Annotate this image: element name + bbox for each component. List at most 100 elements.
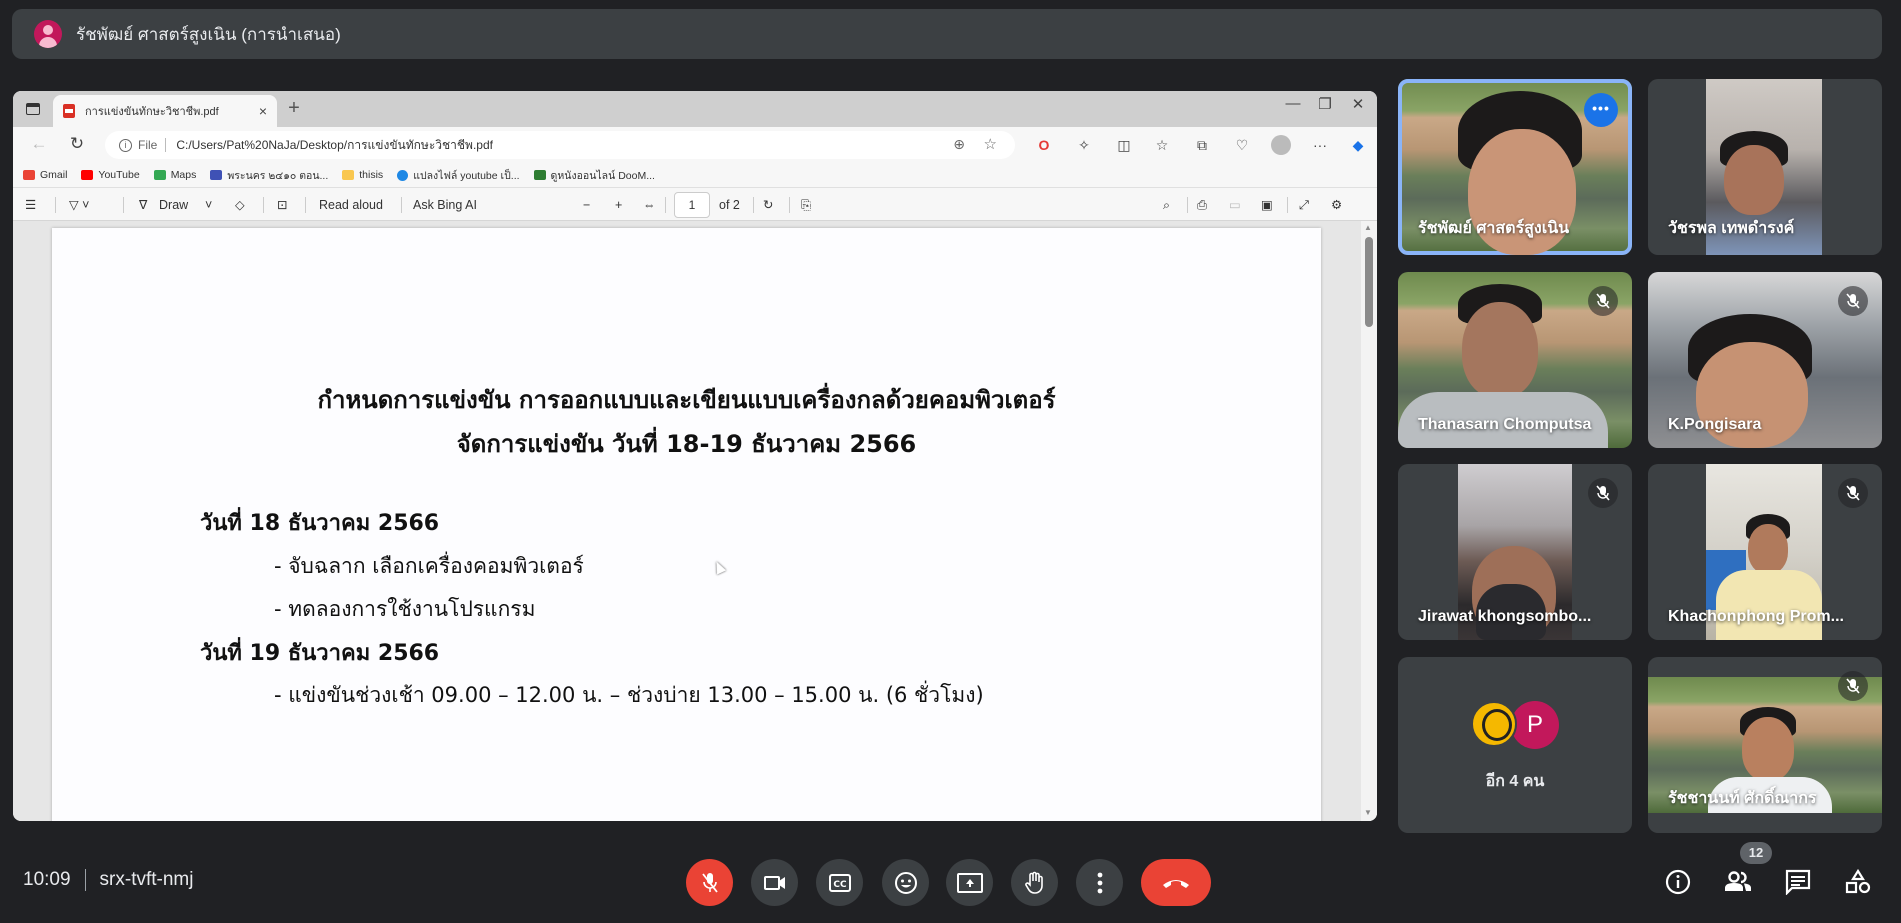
draw-dropdown-icon[interactable]: ˅: [205, 196, 212, 214]
rotate-icon[interactable]: ↻: [763, 196, 773, 214]
leave-call-button[interactable]: [1141, 859, 1211, 906]
participant-tile[interactable]: วัชรพล เทพดำรงค์: [1648, 79, 1882, 255]
extensions-icon[interactable]: ✧: [1073, 135, 1095, 155]
people-button[interactable]: [1722, 866, 1754, 898]
tab-pdf[interactable]: การแข่งขันทักษะวิชาชีพ.pdf ×: [53, 95, 277, 127]
draw-icon[interactable]: ∇: [139, 196, 147, 214]
scroll-up-icon[interactable]: ▲: [1364, 223, 1372, 232]
meeting-details-button[interactable]: [1662, 866, 1694, 898]
more-options-button[interactable]: •••: [1584, 93, 1618, 127]
page-count: of 2: [719, 198, 740, 212]
vertical-scrollbar[interactable]: ▲ ▼: [1361, 221, 1377, 821]
tab-close-button[interactable]: ×: [259, 103, 267, 119]
svg-text:CC: CC: [833, 880, 847, 890]
schedule-item: - แข่งขันช่วงเช้า 09.00 – 12.00 น. – ช่ว…: [274, 683, 984, 707]
raise-hand-button[interactable]: [1011, 859, 1058, 906]
print-icon[interactable]: ⎙: [1197, 196, 1207, 214]
more-options-button[interactable]: [1076, 859, 1123, 906]
close-window-button[interactable]: ✕: [1343, 95, 1373, 113]
schedule-item: - ทดลองการใช้งานโปรแกรม: [274, 597, 536, 621]
fullscreen-icon[interactable]: ⤢: [1299, 196, 1309, 214]
pdf-file-icon: [63, 104, 75, 118]
activities-shapes-icon: [1845, 869, 1871, 894]
participant-tile[interactable]: รัชชานนท์ ศักดิ์ณากร: [1648, 657, 1882, 833]
settings-more-icon[interactable]: ···: [1309, 135, 1331, 155]
save-icon[interactable]: ▭: [1229, 196, 1241, 214]
present-screen-button[interactable]: [946, 859, 993, 906]
favorite-star-icon[interactable]: ☆: [984, 135, 997, 153]
bookmark-maps[interactable]: Maps: [153, 169, 196, 181]
participant-tile[interactable]: ••• รัชพัฒย์ ศาสตร์สูงเนิน: [1398, 79, 1632, 255]
others-tile[interactable]: P อีก 4 คน: [1398, 657, 1632, 833]
gmail-icon: [23, 170, 35, 180]
others-count-label: อีก 4 คน: [1485, 773, 1545, 790]
dragon-logo-avatar: [1471, 701, 1517, 747]
chat-icon: [1785, 869, 1811, 895]
participant-tile[interactable]: K.Pongisara: [1648, 272, 1882, 448]
participant-name: Jirawat khongsombo...: [1418, 608, 1592, 625]
scrollbar-thumb[interactable]: [1365, 237, 1373, 327]
restore-button[interactable]: ❐: [1310, 95, 1340, 113]
minimize-button[interactable]: —: [1278, 95, 1308, 112]
info-icon[interactable]: i: [119, 138, 132, 152]
tab-actions-icon[interactable]: [21, 98, 45, 120]
participant-tile[interactable]: Thanasarn Chomputsa: [1398, 272, 1632, 448]
profile-avatar-icon[interactable]: [1271, 135, 1291, 155]
url-text[interactable]: C:/Users/Pat%20NaJa/Desktop/การแข่งขันทั…: [176, 136, 493, 155]
bookmark-gmail[interactable]: Gmail: [23, 169, 67, 181]
raise-hand-icon: [1024, 871, 1043, 894]
browser-essentials-icon[interactable]: ♡: [1231, 135, 1253, 155]
presenter-bar: รัชพัฒย์ ศาสตร์สูงเนิน (การนำเสนอ): [12, 9, 1882, 59]
divider: [305, 197, 306, 213]
captions-button[interactable]: CC: [816, 859, 863, 906]
tab-title: การแข่งขันทักษะวิชาชีพ.pdf: [85, 106, 219, 118]
fit-width-icon[interactable]: ⇔: [643, 196, 656, 214]
split-screen-icon[interactable]: ◫: [1113, 135, 1135, 155]
zoom-icon[interactable]: ⊕: [953, 136, 965, 153]
read-aloud-button[interactable]: Read aloud: [319, 196, 383, 214]
document-title-line1: กำหนดการแข่งขัน การออกแบบและเขียนแบบเครื…: [317, 386, 1056, 414]
bookmark-movies[interactable]: ดูหนังออนไลน์ DooM...: [533, 167, 655, 184]
activities-button[interactable]: [1842, 866, 1874, 898]
favorites-icon[interactable]: ☆: [1151, 135, 1173, 155]
back-icon[interactable]: ←: [27, 134, 51, 156]
page-number-input[interactable]: 1: [674, 192, 710, 218]
pdf-settings-icon[interactable]: ⚙: [1331, 196, 1342, 214]
bookmark-youtube-converter[interactable]: แปลงไฟล์ youtube เป็...: [397, 167, 520, 184]
refresh-icon[interactable]: ↻: [65, 134, 89, 156]
page-view-icon[interactable]: ⎘: [801, 196, 811, 214]
save-as-icon[interactable]: ▣: [1261, 196, 1273, 214]
ask-bing-button[interactable]: Ask Bing AI: [413, 196, 477, 214]
scroll-down-icon[interactable]: ▼: [1364, 808, 1372, 817]
reactions-button[interactable]: [882, 859, 929, 906]
eraser-icon[interactable]: ◇: [235, 196, 245, 214]
divider: [789, 197, 790, 213]
site-icon: [533, 170, 546, 180]
shared-screen-browser: การแข่งขันทักษะวิชาชีพ.pdf × + — ❐ ✕ ← ↻…: [13, 91, 1377, 821]
bookmark-youtube[interactable]: YouTube: [81, 169, 140, 181]
mic-toggle-button[interactable]: [686, 859, 733, 906]
find-icon[interactable]: ⌕: [1163, 196, 1170, 214]
collections-icon[interactable]: ⧉: [1191, 135, 1213, 155]
zoom-in-button[interactable]: +: [615, 196, 622, 214]
more-vert-icon: [1097, 872, 1102, 893]
highlight-icon[interactable]: ▽ ˅: [69, 196, 89, 214]
camera-toggle-button[interactable]: [751, 859, 798, 906]
closed-captions-icon: CC: [828, 873, 851, 892]
hang-up-icon: [1163, 879, 1189, 888]
text-box-icon[interactable]: ⊡: [277, 196, 287, 214]
participant-tile[interactable]: Jirawat khongsombo...: [1398, 464, 1632, 640]
bookmark-folder-thisis[interactable]: thisis: [342, 169, 383, 181]
chat-button[interactable]: [1782, 866, 1814, 898]
opera-extension-icon[interactable]: O: [1033, 135, 1055, 155]
copilot-icon[interactable]: ◆: [1347, 135, 1369, 155]
draw-button[interactable]: Draw: [159, 196, 188, 214]
day-heading: วันที่ 19 ธันวาคม 2566: [200, 641, 440, 666]
contents-icon[interactable]: ☰: [25, 196, 36, 214]
bookmark-novel[interactable]: พระนคร ๒๔๑๐ ตอน...: [210, 167, 328, 184]
bookmarks-bar: Gmail YouTube Maps พระนคร ๒๔๑๐ ตอน... th…: [13, 163, 1377, 187]
new-tab-button[interactable]: +: [281, 97, 307, 120]
zoom-out-button[interactable]: −: [583, 196, 590, 214]
address-bar[interactable]: i File C:/Users/Pat%20NaJa/Desktop/การแข…: [105, 131, 1015, 159]
participant-tile[interactable]: Khachonphong Prom...: [1648, 464, 1882, 640]
